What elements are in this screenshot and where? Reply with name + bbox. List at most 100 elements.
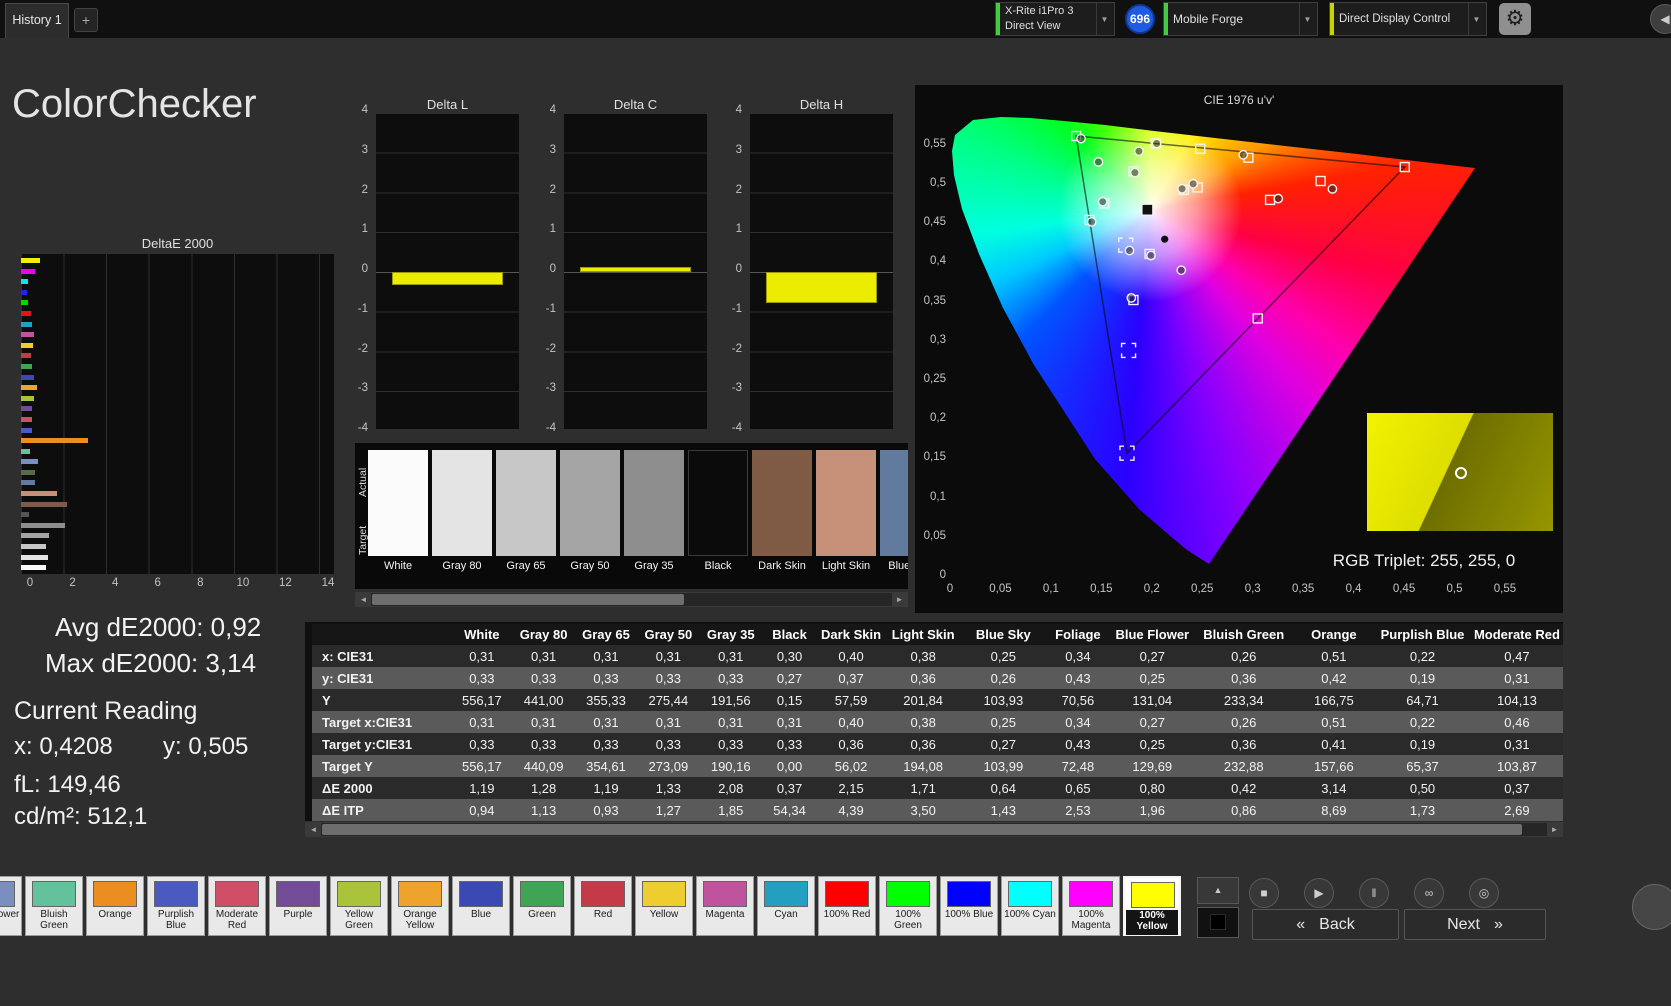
- patch-button-100-blue[interactable]: 100% Blue: [940, 876, 998, 936]
- scrollbar-thumb[interactable]: [372, 594, 684, 605]
- back-chevron-icon: «: [1296, 915, 1306, 933]
- table-scrollbar[interactable]: ◄ ►: [305, 822, 1563, 837]
- record-button[interactable]: ◎: [1469, 878, 1499, 908]
- patch-button-100-red[interactable]: 100% Red: [818, 876, 876, 936]
- axis-tick-label: 0: [939, 569, 946, 581]
- axis-tick-label: -4: [731, 422, 742, 434]
- chevron-down-icon[interactable]: ▼: [1468, 3, 1484, 35]
- patch-button-100-cyan[interactable]: 100% Cyan: [1001, 876, 1059, 936]
- table-cell: 0,80: [1139, 780, 1165, 796]
- collapse-panel-button[interactable]: ◀: [1650, 4, 1671, 34]
- patch-label: Magenta: [705, 909, 745, 920]
- delta-c-chart: Delta C 4 3 2 1 0 -1 -2 -3 -4: [522, 97, 712, 437]
- patch-button-green[interactable]: Green: [513, 876, 571, 936]
- row-label: Target x:CIE31: [322, 714, 413, 730]
- table-cell: 0,31: [718, 648, 744, 664]
- table-cell: 0,31: [593, 714, 619, 730]
- patch-button-orange[interactable]: Orange: [86, 876, 144, 936]
- table-cell: 441,00: [523, 692, 564, 708]
- swatch-strip-scrollbar[interactable]: ◄ ►: [355, 592, 908, 607]
- y-axis-labels: 4 3 2 1 0 -1 -2 -3 -4: [522, 104, 558, 434]
- scrollbar-thumb[interactable]: [322, 824, 1522, 835]
- swatch-label: Dark Skin: [758, 560, 806, 572]
- next-button[interactable]: Next »: [1404, 909, 1546, 940]
- deltae-bar-black: [21, 512, 29, 518]
- table-cell: 0,25: [990, 648, 1016, 664]
- deltae-bar-purplish-blue: [21, 427, 32, 433]
- patch-button-purplish-blue[interactable]: Purplish Blue: [147, 876, 205, 936]
- patch-color: [398, 881, 442, 907]
- axis-tick-label: -3: [731, 382, 742, 395]
- deltae-bar-yellow: [21, 342, 33, 348]
- expand-patch-bar-button[interactable]: ▲: [1197, 877, 1239, 904]
- deltae-bar-orange: [21, 438, 88, 444]
- patch-color: [642, 881, 686, 907]
- patch-label: Purplish Blue: [157, 909, 195, 931]
- source-selector[interactable]: Mobile Forge ▼: [1163, 2, 1318, 36]
- patch-button-orange-yellow[interactable]: Orange Yellow: [391, 876, 449, 936]
- deltae-bar-gray-65: [21, 544, 47, 550]
- patch-button-red[interactable]: Red: [574, 876, 632, 936]
- display-control-name: Direct Display Control: [1339, 13, 1451, 25]
- table-cell: 0,25: [1139, 670, 1165, 686]
- table-cell: 2,08: [718, 780, 744, 796]
- tab-history-1[interactable]: History 1: [5, 3, 69, 38]
- table-cell: 355,33: [586, 692, 626, 708]
- axis-tick-label: 2: [549, 183, 556, 196]
- back-button[interactable]: « Back: [1252, 909, 1399, 940]
- stop-button[interactable]: ■: [1249, 878, 1279, 908]
- patch-button-100-yellow[interactable]: 100% Yellow: [1123, 876, 1181, 936]
- current-patch-preview: [1367, 413, 1553, 531]
- deltae-bar-green: [21, 363, 32, 369]
- scroll-right-icon[interactable]: ►: [1547, 823, 1562, 836]
- axis-tick-label: 0,05: [989, 583, 1012, 595]
- patch-color: [825, 881, 869, 907]
- deltae-bar-orange-yellow: [21, 385, 37, 391]
- axis-tick-label: 0,35: [1291, 583, 1315, 595]
- axis-tick-label: 12: [279, 577, 292, 589]
- patch-button-100-magenta[interactable]: 100% Magenta: [1062, 876, 1120, 936]
- scroll-left-icon[interactable]: ◄: [356, 593, 371, 606]
- axis-tick-label: 0,15: [923, 451, 946, 464]
- table-cell: 0,31: [593, 648, 619, 664]
- patch-button-blue[interactable]: Blue: [452, 876, 510, 936]
- column-header: Light Skin: [884, 624, 962, 645]
- continuous-button[interactable]: ∞: [1414, 878, 1444, 908]
- cie-diagram: CIE 1976 u'v' 0,55 0,5 0,45 0,4 0,35 0,3 0,25 0…: [915, 85, 1563, 613]
- scroll-left-icon[interactable]: ◄: [306, 823, 321, 836]
- play-button[interactable]: ▶: [1304, 878, 1334, 908]
- table-cell: 0,33: [655, 736, 682, 752]
- blank-pattern-button[interactable]: [1197, 907, 1239, 938]
- chevron-down-icon[interactable]: ▼: [1096, 3, 1112, 35]
- patch-button-blue-flower[interactable]: Blue Flower: [0, 876, 22, 936]
- patch-button-moderate-red[interactable]: Moderate Red: [208, 876, 266, 936]
- axis-tick-label: -3: [545, 382, 556, 395]
- deltae-bar-white: [21, 565, 47, 571]
- scroll-right-icon[interactable]: ►: [892, 593, 907, 606]
- table-cell: 0,22: [1409, 648, 1436, 664]
- swatch-cell-dark-skin: Dark Skin: [752, 443, 812, 589]
- display-control-selector[interactable]: Direct Display Control ▼: [1329, 2, 1487, 36]
- patch-color: [581, 881, 625, 907]
- patch-button-yellow-green[interactable]: Yellow Green: [330, 876, 388, 936]
- row-label: ΔE ITP: [322, 802, 364, 818]
- gear-icon[interactable]: ⚙: [1499, 3, 1531, 35]
- patch-button-bluish-green[interactable]: Bluish Green: [25, 876, 83, 936]
- patch-button-magenta[interactable]: Magenta: [696, 876, 754, 936]
- add-tab-button[interactable]: +: [74, 8, 98, 32]
- patch-color: [764, 881, 808, 907]
- table-cell: 233,34: [1223, 692, 1264, 708]
- patch-button-yellow[interactable]: Yellow: [635, 876, 693, 936]
- patch-button-purple[interactable]: Purple: [269, 876, 327, 936]
- meter-selector[interactable]: X-Rite i1Pro 3 Direct View ▼: [995, 2, 1115, 36]
- patch-button-100-green[interactable]: 100% Green: [879, 876, 937, 936]
- table-cell: 0,64: [990, 780, 1016, 796]
- patch-color: [32, 881, 76, 907]
- patch-button-cyan[interactable]: Cyan: [757, 876, 815, 936]
- table-row: ΔE ITP 0,94 1,13 0,93 1,27 1,85 54,34 4,39 3,50 1…: [312, 799, 1563, 821]
- patch-color: [0, 881, 15, 907]
- more-controls-button[interactable]: [1632, 884, 1671, 930]
- pause-button[interactable]: ‖: [1359, 878, 1389, 908]
- table-cell: 0,31: [655, 714, 682, 730]
- chevron-down-icon[interactable]: ▼: [1299, 3, 1315, 35]
